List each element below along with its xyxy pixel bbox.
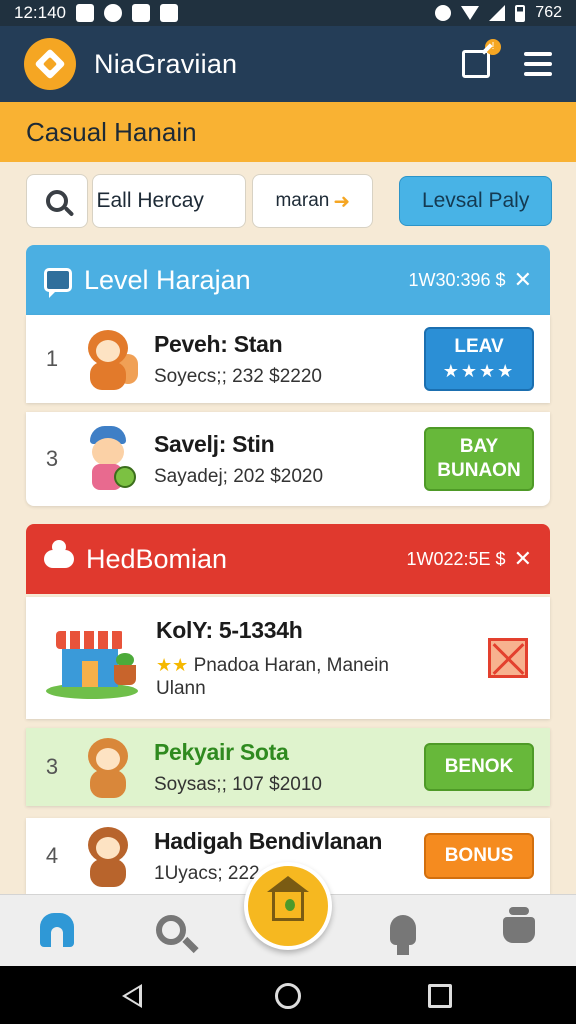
home-circle-icon[interactable]	[275, 983, 301, 1009]
section-header-bonus: HedBomian 1W022:5E $ ✕	[26, 524, 550, 594]
battery-icon	[515, 4, 526, 22]
featured-item[interactable]: KolY: 5-1334h ★★ Pnadoa Haran, Manein Ul…	[26, 597, 550, 719]
player-name: Hadigah Bendivlanan	[154, 827, 383, 854]
fox-avatar	[78, 324, 140, 394]
buy-button[interactable]: BAY BUNAON	[424, 427, 534, 491]
bear-avatar	[78, 732, 140, 802]
send-notification-icon	[160, 4, 178, 22]
featured-line2: Ulann	[156, 677, 206, 699]
app-title: NiaGraviian	[94, 48, 238, 79]
status-time: 12:140	[14, 3, 66, 22]
rank-number: 4	[45, 843, 59, 868]
battery-level: 762	[535, 4, 562, 21]
arrow-icon: ➜	[333, 190, 351, 213]
signal-icon	[489, 5, 506, 21]
status-bar: 12:140 762	[0, 0, 576, 26]
page-banner: Casual Hanain	[0, 102, 576, 162]
magnifier-icon	[156, 915, 186, 945]
lightbulb-icon	[390, 915, 416, 955]
compose-icon[interactable]: !	[462, 39, 501, 78]
notification-dot: !	[485, 39, 501, 55]
build-fab-button[interactable]	[244, 862, 332, 950]
home-icon	[40, 913, 74, 947]
system-nav-bar	[0, 966, 576, 1024]
filter-input[interactable]: maran ➜	[252, 174, 374, 228]
monkey-avatar	[78, 821, 140, 891]
banner-title: Casual Hanain	[26, 116, 197, 147]
nav-shop[interactable]	[494, 905, 544, 955]
buy-button-label-1: BAY	[459, 436, 499, 457]
close-icon[interactable]: ✕	[514, 546, 532, 572]
featured-name: KolY: 5-1334h	[156, 616, 303, 643]
nav-ideas[interactable]	[378, 905, 428, 955]
app-bar: NiaGraviian !	[0, 26, 576, 102]
nav-home[interactable]	[32, 905, 82, 955]
nav-search[interactable]	[146, 905, 196, 955]
list-item[interactable]: 1 Peveh: Stan Soyecs;; 232 $2220 LEAV ★★…	[26, 315, 550, 403]
player-name: Peveh: Stan	[154, 330, 283, 357]
section-header-level: Level Harajan 1W30:396 $ ✕	[26, 245, 550, 315]
pot-icon	[503, 907, 535, 943]
rating-stars: ★★★★	[442, 361, 516, 381]
wifi-icon	[461, 6, 480, 20]
app-logo[interactable]	[24, 38, 76, 90]
filter-input-label: maran	[275, 190, 330, 211]
app-notification-icon	[104, 4, 122, 22]
bonus-button[interactable]: BONUS	[424, 833, 534, 879]
cloud-icon	[44, 540, 74, 568]
search-row: Eall Hercay maran ➜ Levsal Paly	[26, 174, 553, 228]
search-button[interactable]	[26, 174, 88, 228]
list-item[interactable]: 3 Savelj: Stin Sayadej; 202 $2020 BAY BU…	[26, 412, 550, 506]
featured-line1: Pnadoa Haran, Manein	[193, 654, 389, 676]
level-play-button[interactable]: Levsal Paly	[399, 176, 553, 226]
chat-icon	[44, 268, 72, 298]
player-name: Savelj: Stin	[154, 430, 275, 457]
menu-icon[interactable]	[524, 52, 552, 76]
search-input[interactable]: Eall Hercay	[91, 174, 247, 228]
buy-button-label-2: BUNAON	[437, 460, 521, 481]
rank-number: 3	[45, 754, 59, 779]
section-title: Level Harajan	[84, 264, 251, 295]
back-icon[interactable]	[122, 984, 142, 1008]
bonus-claim-button[interactable]: BENOK	[424, 743, 534, 791]
house-plant-icon	[267, 876, 309, 921]
photo-notification-icon	[132, 4, 150, 22]
notification-icon	[76, 4, 94, 22]
player-name: Pekyair Sota	[154, 738, 289, 765]
search-icon	[45, 190, 68, 212]
close-icon[interactable]: ✕	[514, 267, 532, 293]
rank-number: 1	[45, 346, 59, 371]
player-stats: Soysas;; 107 $2010	[154, 773, 322, 795]
section-meta: 1W022:5E $	[406, 548, 506, 569]
dismiss-icon[interactable]	[488, 638, 528, 678]
house-icon	[46, 613, 142, 703]
star-icon: ★★	[156, 654, 189, 675]
leave-button[interactable]: LEAV ★★★★	[424, 327, 534, 391]
logo-icon	[34, 48, 66, 80]
leave-button-label: LEAV	[454, 336, 504, 357]
alarm-icon	[435, 5, 452, 21]
recents-icon[interactable]	[428, 984, 452, 1008]
player-stats: Soyecs;; 232 $2220	[154, 365, 322, 387]
section-meta: 1W30:396 $	[408, 269, 506, 290]
section-title: HedBomian	[86, 543, 228, 574]
list-item[interactable]: 3 Pekyair Sota Soysas;; 107 $2010 BENOK	[26, 728, 550, 806]
rank-number: 3	[45, 446, 59, 471]
player-stats: Sayadej; 202 $2020	[154, 465, 324, 487]
kid-avatar	[78, 424, 140, 494]
